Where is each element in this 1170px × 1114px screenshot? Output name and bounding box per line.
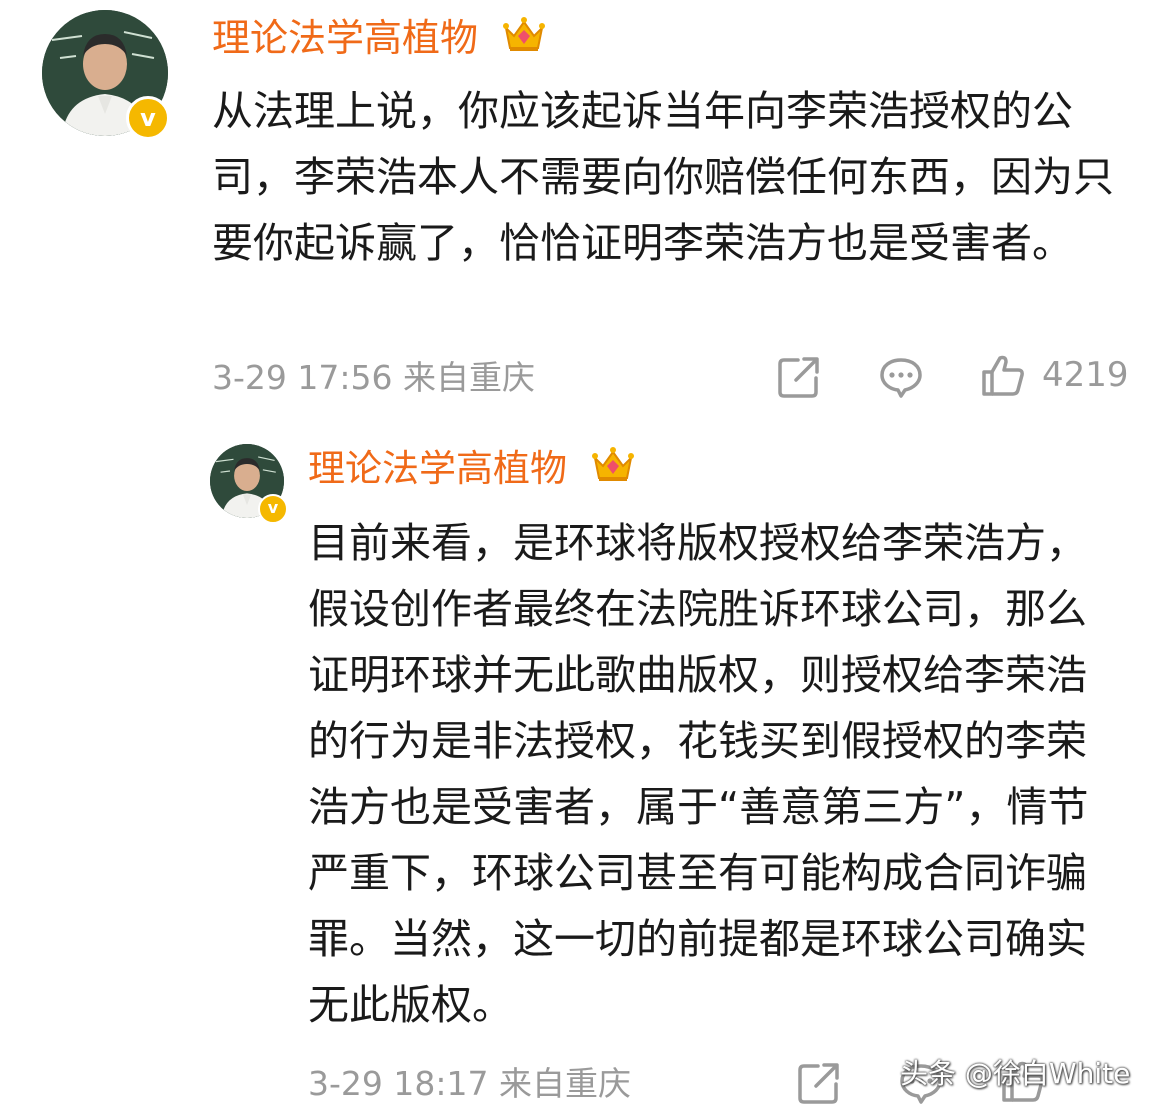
comment-bubble-icon — [878, 354, 924, 400]
crown-gem-icon — [502, 14, 546, 67]
like-button[interactable]: 4219 — [980, 352, 1129, 398]
comment-text: 目前来看，是环球将版权授权给李荣浩方，假设创作者最终在法院胜诉环球公司，那么证明… — [308, 519, 1089, 1029]
comment-text: 从法理上说，你应该起诉当年向李荣浩授权的公司，李荣浩本人不需要向你赔偿任何东西，… — [212, 87, 1114, 267]
comment-meta: 3-29 18:17 来自重庆 — [308, 1064, 631, 1103]
share-icon — [776, 354, 822, 400]
share-icon — [796, 1060, 842, 1106]
comment-meta: 3-29 17:56 来自重庆 — [212, 358, 535, 397]
crown-gem-icon — [591, 444, 635, 498]
verified-badge-icon: v — [126, 96, 170, 140]
thumbs-up-icon — [980, 352, 1026, 398]
reply-button[interactable] — [878, 354, 924, 400]
share-button[interactable] — [776, 354, 822, 400]
author-name[interactable]: 理论法学高植物 — [308, 443, 635, 498]
author-name[interactable]: 理论法学高植物 — [212, 12, 546, 67]
like-count: 4219 — [1042, 355, 1129, 395]
author-name-label: 理论法学高植物 — [212, 16, 479, 60]
share-button[interactable] — [796, 1060, 842, 1106]
author-name-label: 理论法学高植物 — [308, 447, 567, 490]
watermark: 头条 @徐白White — [900, 1057, 1131, 1090]
verified-badge-icon: v — [258, 494, 288, 524]
